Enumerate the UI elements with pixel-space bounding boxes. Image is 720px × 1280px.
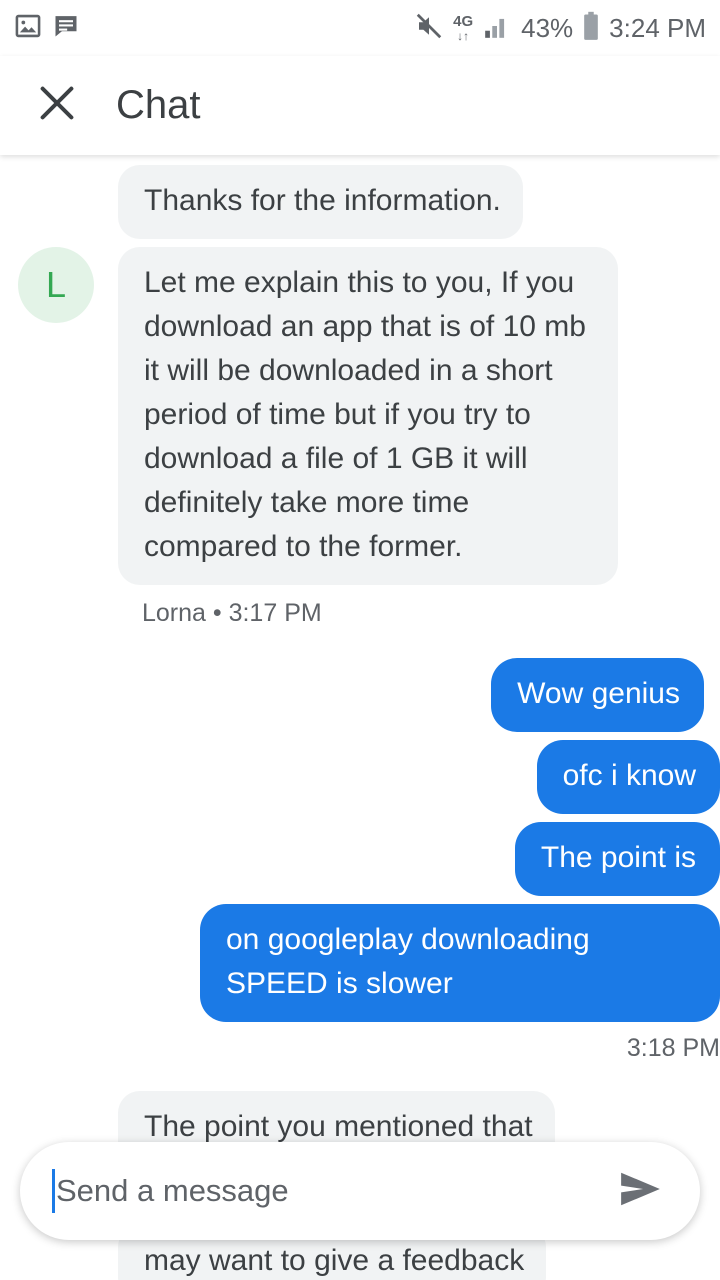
page-title: Chat [116,83,201,127]
message-bubble-outgoing[interactable]: ofc i know [536,740,720,814]
composer[interactable] [20,1142,700,1240]
status-bar: 4G ↓↑ 43% 3:24 PM [0,0,720,56]
message-bubble-incoming[interactable]: Thanks for the information. [118,165,523,239]
status-bar-left-icons [14,12,80,45]
message-input[interactable] [56,1173,610,1209]
mute-icon [414,11,444,46]
message-bubble-incoming[interactable]: Let me explain this to you, If you downl… [118,247,618,585]
image-icon [14,12,42,45]
avatar: L [18,247,94,323]
message-meta: 3:18 PM [626,1034,720,1062]
message-row: ofc i know [0,740,720,814]
message-list[interactable]: Thanks for the information. L Let me exp… [0,155,720,1280]
message-row: Wow genius [0,658,720,732]
text-cursor [52,1169,55,1213]
message-row: The point is [0,822,720,896]
message-row: on googleplay downloading SPEED is slowe… [0,904,720,1022]
data-arrows-icon: ↓↑ [457,29,470,43]
message-icon [52,12,80,45]
message-row: Thanks for the information. [0,165,720,239]
send-button[interactable] [610,1160,672,1222]
close-icon [34,80,80,131]
app-bar: Chat [0,56,720,155]
clock-label: 3:24 PM [609,12,706,43]
message-meta: Lorna • 3:17 PM [142,599,322,627]
signal-bars-icon [482,13,512,44]
send-icon [615,1166,667,1217]
phone-screen: 4G ↓↑ 43% 3:24 PM Chat Thanks for the in… [0,0,720,1280]
message-bubble-outgoing[interactable]: on googleplay downloading SPEED is slowe… [200,904,720,1022]
message-bubble-outgoing[interactable]: The point is [514,822,720,896]
message-bubble-outgoing[interactable]: Wow genius [491,658,704,732]
composer-container [0,1142,720,1240]
network-type-indicator: 4G ↓↑ [453,14,473,42]
battery-percent-label: 43% [521,12,574,43]
message-row: L Let me explain this to you, If you dow… [0,247,720,585]
close-button[interactable] [25,74,89,138]
network-type-label: 4G [453,13,474,30]
battery-icon [582,11,600,46]
status-bar-right-icons: 4G ↓↑ 43% 3:24 PM [414,11,706,46]
